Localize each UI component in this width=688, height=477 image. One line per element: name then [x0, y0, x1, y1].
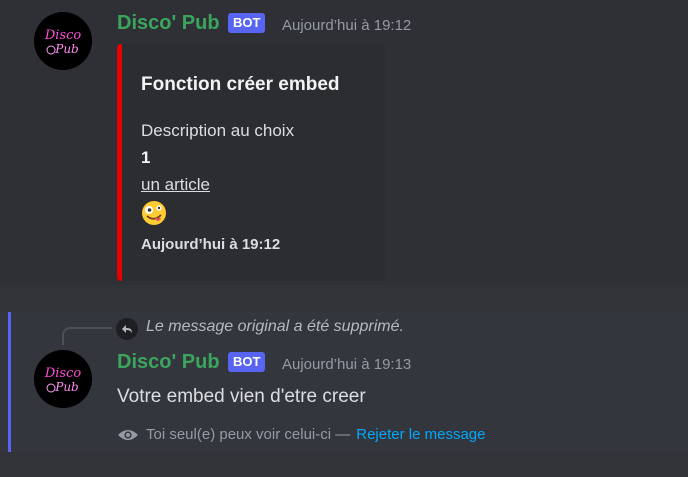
embed-description: Description au choix 1 un article	[141, 117, 294, 226]
avatar-logo-text-2: Pub	[54, 42, 78, 56]
dismiss-message-link[interactable]: Rejeter le message	[356, 426, 485, 443]
username[interactable]: Disco' Pub	[117, 351, 220, 374]
eye-icon	[118, 429, 138, 440]
embed-title: Fonction créer embed	[141, 74, 340, 95]
embed: Fonction créer embed Description au choi…	[117, 44, 385, 281]
username[interactable]: Disco' Pub	[117, 12, 220, 35]
bot-tag: BOT	[228, 352, 266, 372]
avatar-logo-text-2: Pub	[54, 380, 78, 394]
message-2: Le message original a été supprimé. Disc…	[0, 312, 688, 452]
message-content: Votre embed vien d'etre creer	[117, 386, 366, 407]
bot-tag: BOT	[228, 13, 266, 33]
bot-avatar[interactable]: Disco Pub	[34, 12, 92, 70]
timestamp[interactable]: Aujourd’hui à 19:13	[282, 356, 411, 373]
embed-link[interactable]: un article	[141, 175, 210, 194]
embed-description-text: Description au choix	[141, 121, 295, 140]
timestamp[interactable]: Aujourd’hui à 19:12	[282, 17, 411, 34]
ephemeral-notice: Toi seul(e) peux voir celui-ci — Rejeter…	[117, 426, 485, 443]
message-1: Disco Pub Disco' Pub BOT Aujourd’hui à 1…	[0, 0, 688, 285]
embed-footer-timestamp: Aujourd’hui à 19:12	[141, 236, 281, 253]
avatar-logo-text-1: Disco	[44, 366, 82, 381]
reply-connector	[62, 327, 112, 345]
embed-bold-text: 1	[141, 148, 151, 167]
bot-avatar[interactable]: Disco Pub	[34, 350, 92, 408]
reply-arrow-icon	[116, 318, 138, 340]
zany-face-icon[interactable]	[141, 200, 167, 226]
ephemeral-highlight-bar	[8, 312, 11, 452]
avatar-logo-text-1: Disco	[44, 28, 82, 43]
ephemeral-text: Toi seul(e) peux voir celui-ci —	[146, 426, 351, 443]
reply-deleted-text: Le message original a été supprimé.	[146, 318, 404, 335]
